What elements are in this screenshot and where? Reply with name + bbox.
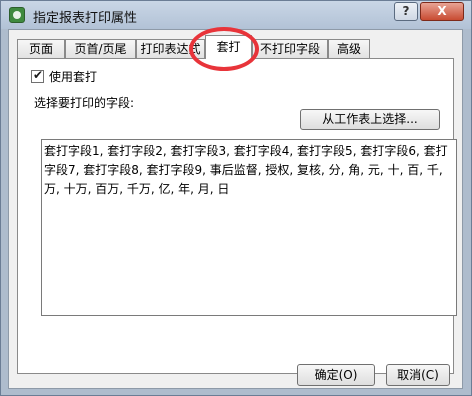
close-button[interactable]: X bbox=[420, 2, 464, 21]
dialog-window: 指定报表打印属性 ? X 页面 页首/页尾 打印表达式 套打 不打印字段 高级 … bbox=[0, 0, 472, 396]
title-bar[interactable]: 指定报表打印属性 ? X bbox=[1, 1, 471, 29]
fields-textarea[interactable]: 套打字段1, 套打字段2, 套打字段3, 套打字段4, 套打字段5, 套打字段6… bbox=[41, 139, 457, 316]
ok-button[interactable]: 确定(O) bbox=[297, 364, 375, 386]
tab-header-footer[interactable]: 页首/页尾 bbox=[65, 39, 136, 58]
use-template-checkbox[interactable]: ✔ bbox=[31, 68, 44, 83]
check-icon: ✔ bbox=[33, 68, 44, 82]
tab-page[interactable]: 页面 bbox=[17, 39, 65, 58]
app-icon bbox=[9, 7, 25, 23]
tab-advanced[interactable]: 高级 bbox=[328, 39, 370, 58]
window-title: 指定报表打印属性 bbox=[33, 11, 138, 26]
use-template-label: 使用套打 bbox=[49, 70, 98, 84]
cancel-button[interactable]: 取消(C) bbox=[386, 364, 450, 386]
tab-template-print[interactable]: 套打 bbox=[205, 35, 252, 59]
tab-print-expression[interactable]: 打印表达式 bbox=[136, 39, 205, 58]
field-group-label: 选择要打印的字段: bbox=[34, 96, 135, 110]
help-button[interactable]: ? bbox=[394, 2, 418, 21]
tab-no-print-fields[interactable]: 不打印字段 bbox=[252, 39, 328, 58]
select-from-sheet-button[interactable]: 从工作表上选择... bbox=[300, 109, 440, 130]
dialog-client-area: 页面 页首/页尾 打印表达式 套打 不打印字段 高级 ✔ 使用套打 选择要打印的… bbox=[8, 29, 463, 389]
